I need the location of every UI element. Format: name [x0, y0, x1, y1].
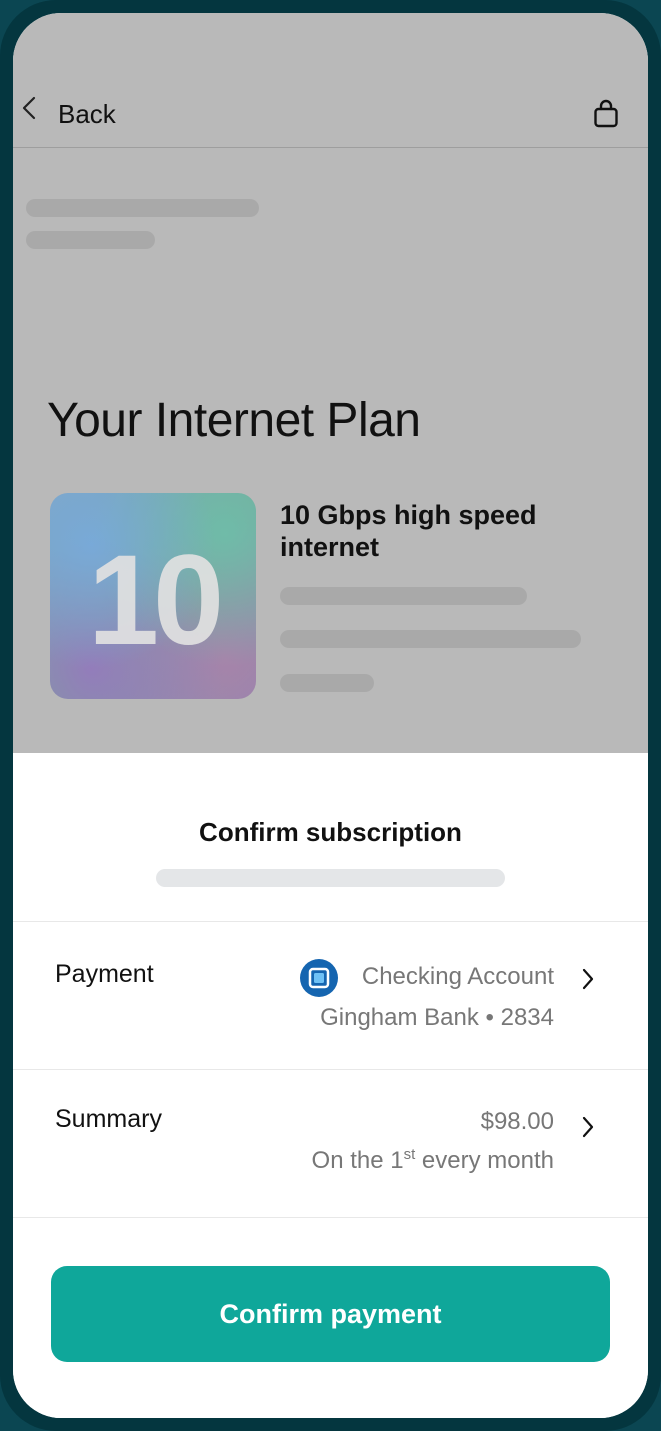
skeleton-line: [156, 869, 505, 887]
sheet-title: Confirm subscription: [199, 817, 462, 847]
skeleton-line: [280, 630, 581, 648]
payment-account: Checking Account: [361, 963, 554, 990]
payment-account-line: Checking Account: [13, 958, 648, 998]
summary-schedule: On the 1st every month: [312, 1146, 554, 1175]
payment-row[interactable]: Payment Checking Account Gingham Bank • …: [13, 922, 648, 1068]
divider: [13, 1217, 648, 1218]
plan-name: 10 Gbps high speed internet: [280, 500, 537, 562]
plan-number: 10: [87, 529, 224, 672]
summary-row[interactable]: Summary $98.00 On the 1st every month: [13, 1070, 648, 1216]
confirm-payment-button[interactable]: Confirm payment: [51, 1266, 610, 1362]
top-bar: Back: [13, 83, 648, 148]
skeleton-line: [26, 199, 259, 217]
chevron-left-icon[interactable]: [19, 95, 37, 121]
skeleton-line: [280, 674, 374, 692]
screen: Back Your Internet Plan 10 10 Gbps high …: [13, 13, 648, 1418]
chevron-right-icon[interactable]: [581, 1115, 595, 1139]
schedule-ordinal: st: [403, 1146, 416, 1163]
chevron-right-icon[interactable]: [581, 967, 595, 991]
skeleton-line: [280, 587, 527, 605]
skeleton-line: [26, 231, 155, 249]
summary-label: Summary: [55, 1105, 162, 1133]
schedule-suffix: every month: [415, 1147, 554, 1174]
plan-image: 10: [50, 493, 256, 699]
device-frame: Back Your Internet Plan 10 10 Gbps high …: [0, 0, 661, 1431]
bank-icon: [300, 959, 338, 997]
summary-amount: $98.00: [480, 1108, 554, 1135]
background-app: Back Your Internet Plan 10 10 Gbps high …: [13, 13, 648, 753]
payment-bank-detail: Gingham Bank • 2834: [320, 1004, 554, 1031]
shopping-bag-icon[interactable]: [593, 99, 619, 129]
back-button[interactable]: Back: [58, 99, 116, 130]
confirm-sheet: Confirm subscription Payment Checking Ac…: [13, 753, 648, 1418]
schedule-prefix: On the 1: [311, 1147, 404, 1174]
page-title: Your Internet Plan: [47, 394, 421, 447]
